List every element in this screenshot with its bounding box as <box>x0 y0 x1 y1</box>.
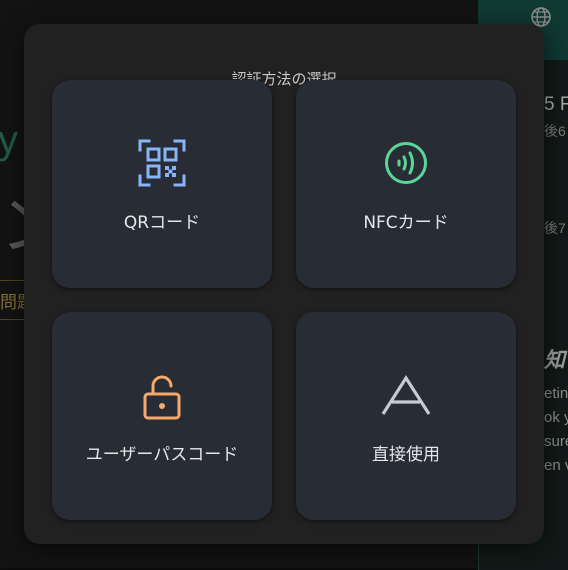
background-text-fragment: 知 <box>544 349 565 372</box>
direct-use-option-label: 直接使用 <box>372 445 440 465</box>
qr-code-option-label: QRコード <box>123 213 201 233</box>
background-text-fragment: ok y <box>544 409 568 426</box>
background-text-fragment: sure <box>544 433 568 450</box>
background-text-fragment: 5 F <box>544 94 568 115</box>
nfc-card-option-button[interactable]: NFCカード <box>296 80 516 288</box>
background-text-fragment: en v <box>544 457 568 474</box>
unlock-icon <box>137 370 187 420</box>
background-text-fragment: y <box>0 118 18 162</box>
direct-use-option-button[interactable]: 直接使用 <box>296 312 516 520</box>
auth-method-dialog: 認証方法の選択 QRコード NFCカード ユーザーパスコード 直接使用 <box>24 24 544 544</box>
direct-use-icon <box>381 370 431 420</box>
background-text-fragment: 後7 <box>544 220 566 236</box>
qr-code-option-button[interactable]: QRコード <box>52 80 272 288</box>
qr-code-icon <box>137 138 187 188</box>
background-text-fragment: etin <box>544 385 568 402</box>
background-text-fragment: 後6 <box>544 123 566 139</box>
user-passcode-option-label: ユーザーパスコード <box>85 445 239 465</box>
nfc-icon <box>381 138 431 188</box>
nfc-card-option-label: NFCカード <box>363 213 449 233</box>
user-passcode-option-button[interactable]: ユーザーパスコード <box>52 312 272 520</box>
